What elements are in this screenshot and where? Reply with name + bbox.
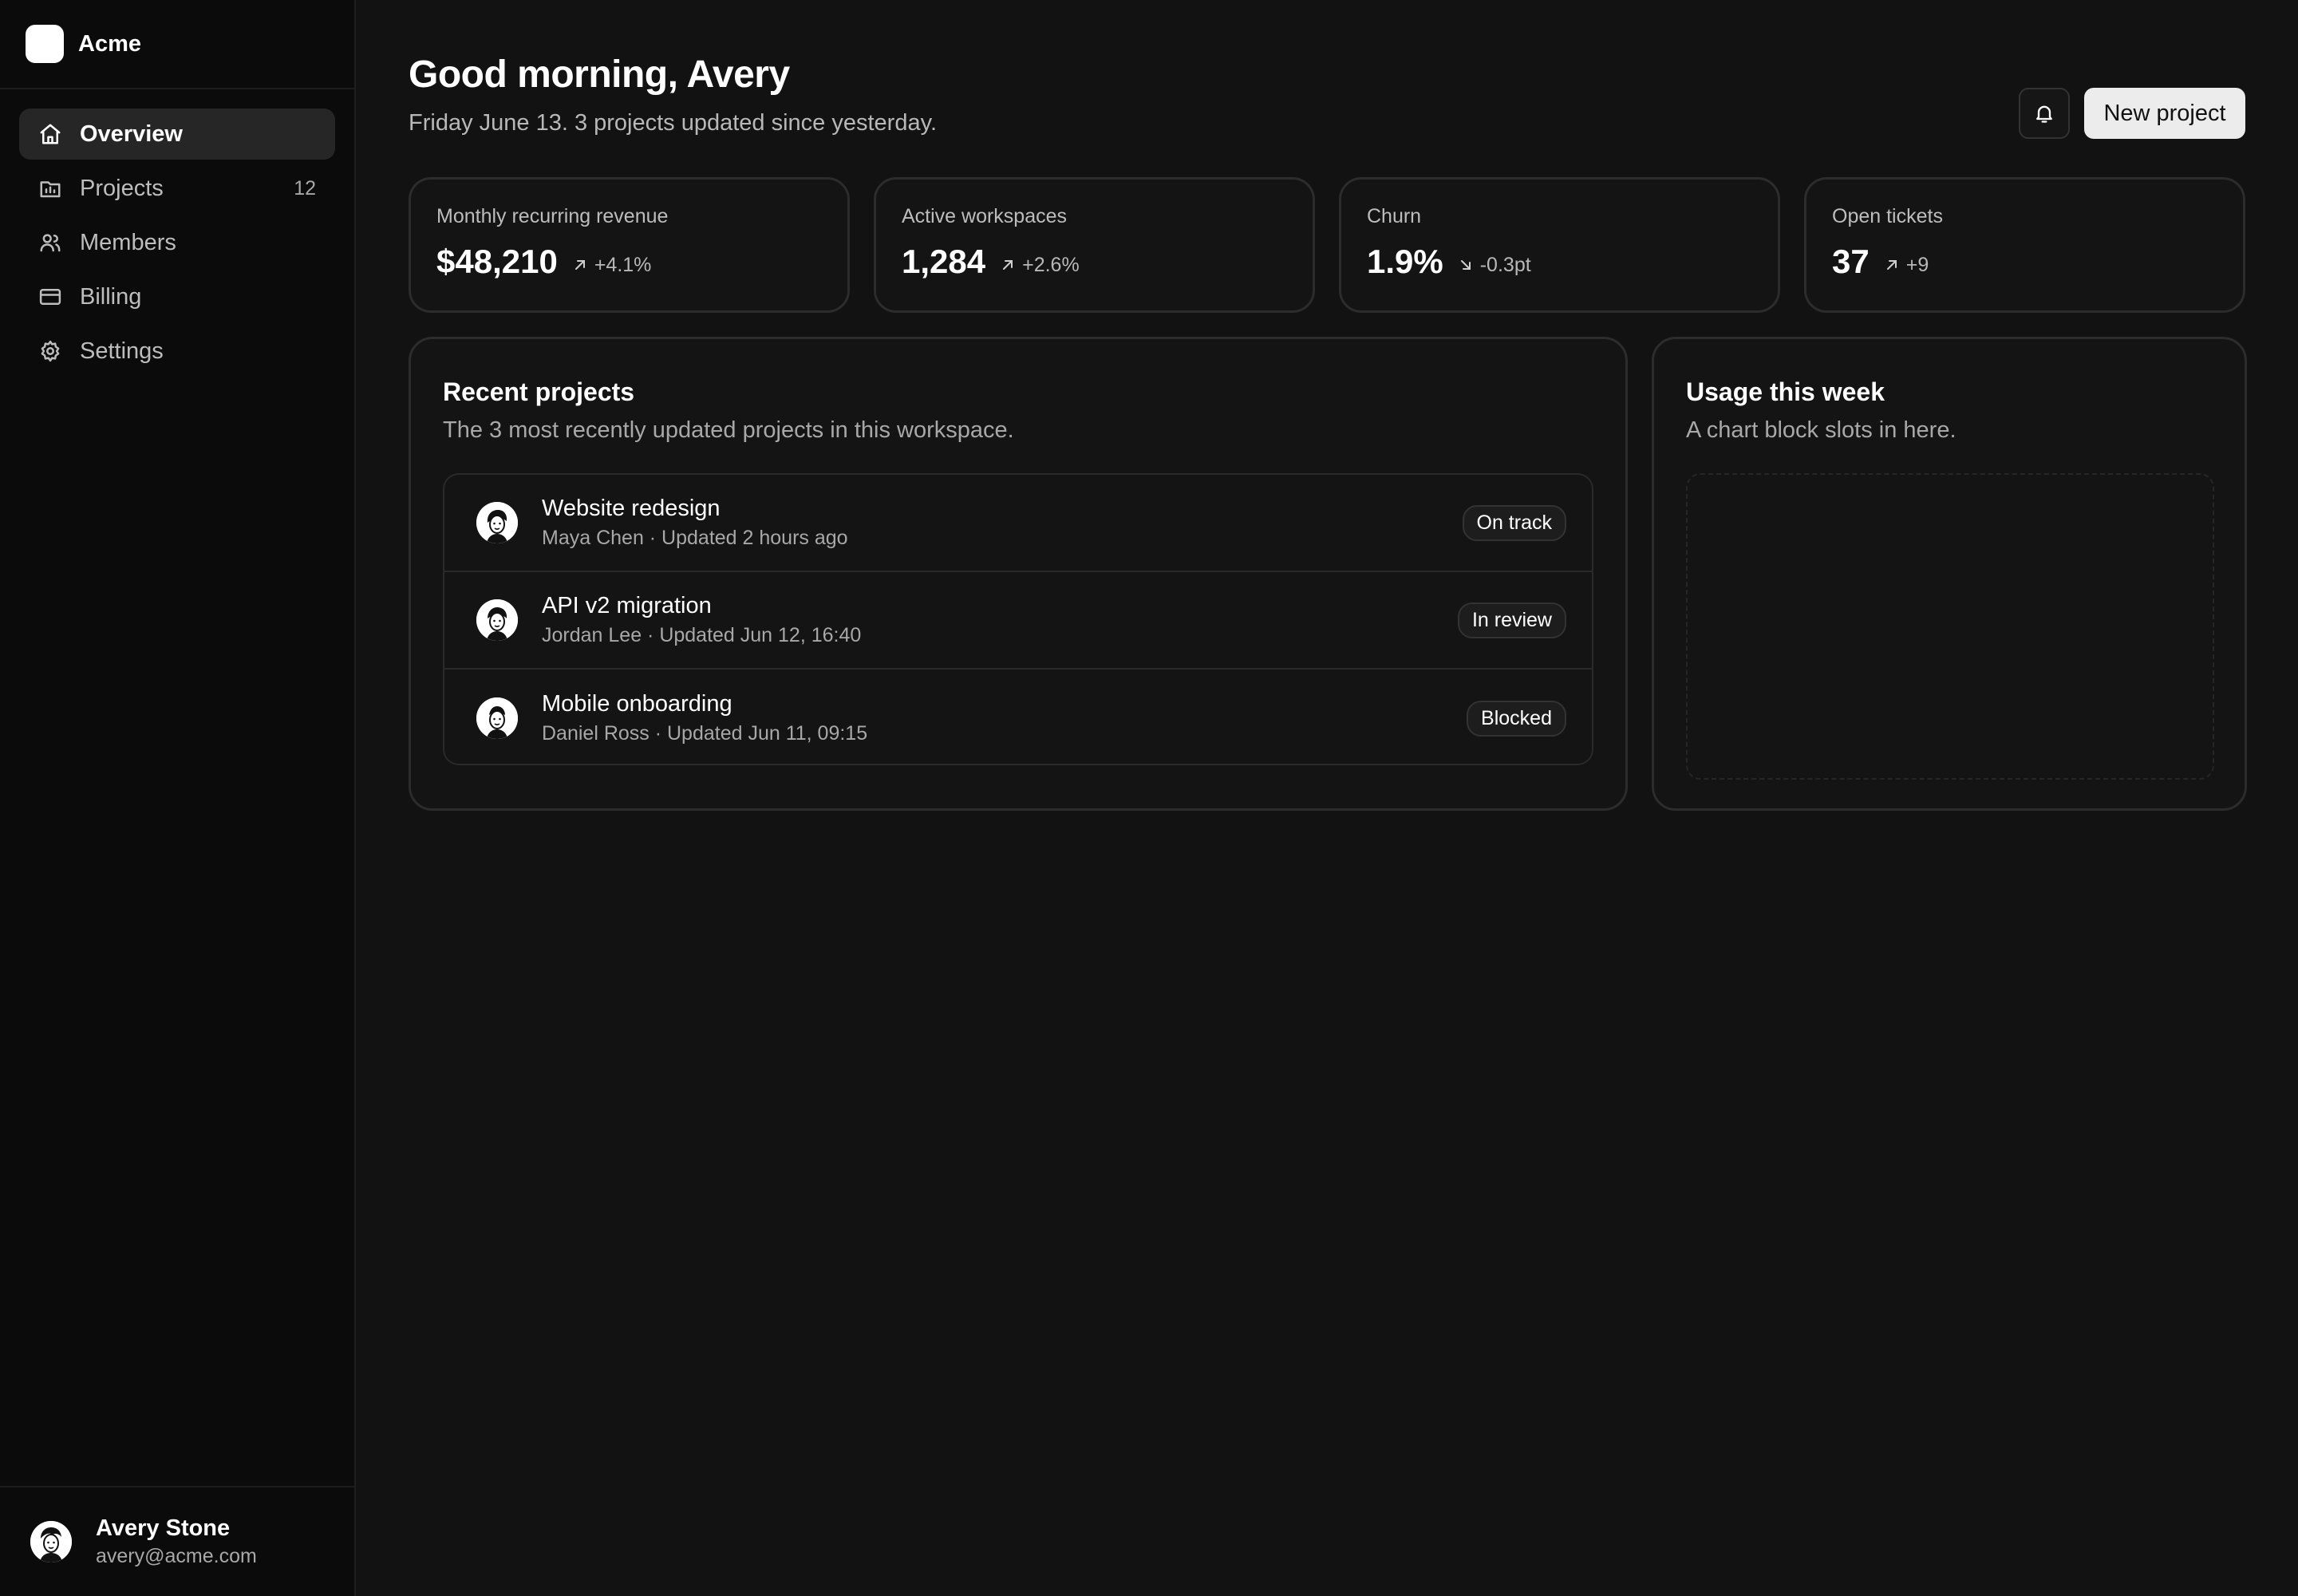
project-title: API v2 migration [542, 593, 712, 618]
sidebar-item-projects[interactable]: Projects 12 [19, 163, 335, 214]
stat-card-mrr: Monthly recurring revenue $48,210 +4.1% [409, 177, 850, 313]
users-icon [38, 231, 62, 255]
stat-delta: +9 [1884, 254, 1929, 277]
chart-placeholder [1686, 473, 2214, 780]
arrow-down-right-icon [1460, 260, 1471, 270]
stat-delta-text: +9 [1905, 253, 1929, 276]
page-subtitle: Friday June 13. 3 projects updated since… [409, 110, 938, 136]
credit-card-icon [38, 285, 62, 309]
sidebar-item-members[interactable]: Members [19, 217, 335, 268]
sidebar-item-settings[interactable]: Settings [19, 326, 335, 377]
list-item[interactable]: API v2 migration Jordan Lee · Updated Ju… [444, 572, 1592, 670]
sidebar-item-label: Members [80, 229, 176, 255]
sidebar-nav: Overview Projects 12 Members Billing Set… [0, 89, 354, 377]
project-list: Website redesign Maya Chen · Updated 2 h… [443, 473, 1593, 765]
stat-card-workspaces: Active workspaces 1,284 +2.6% [874, 177, 1315, 313]
new-project-button[interactable]: New project [2084, 88, 2245, 139]
stat-value: $48,210 [436, 243, 558, 280]
status-badge: On track [1462, 504, 1566, 541]
arrow-up-right-icon [1886, 260, 1897, 270]
status-badge: In review [1457, 602, 1566, 638]
stat-delta-text: +4.1% [594, 253, 652, 276]
stat-card-tickets: Open tickets 37 +9 [1804, 177, 2245, 313]
project-meta: Maya Chen · Updated 2 hours ago [542, 527, 848, 549]
arrow-up-right-icon [1003, 260, 1013, 270]
stat-label: Active workspaces [902, 205, 1068, 227]
user-profile[interactable]: Avery Stone avery@acme.com [0, 1486, 354, 1596]
stat-delta: +4.1% [572, 253, 652, 277]
card-title: Usage this week [1686, 377, 1885, 406]
brand-logo [26, 25, 64, 63]
card-subtitle: A chart block slots in here. [1686, 417, 1956, 443]
card-subtitle: The 3 most recently updated projects in … [443, 417, 1014, 443]
stat-value: 37 [1832, 243, 1870, 280]
stat-delta-text: -0.3pt [1479, 253, 1531, 276]
avatar [476, 697, 518, 739]
project-meta: Jordan Lee · Updated Jun 12, 16:40 [542, 624, 862, 646]
gear-icon [38, 339, 62, 363]
folder-chart-icon [38, 176, 62, 200]
avatar [30, 1521, 72, 1562]
stat-label: Monthly recurring revenue [436, 205, 669, 227]
project-title: Website redesign [542, 496, 721, 521]
project-title: Mobile onboarding [542, 691, 732, 717]
bell-icon [2033, 102, 2055, 124]
stat-value: 1.9% [1367, 243, 1443, 280]
brand-name: Acme [78, 30, 141, 57]
user-email: avery@acme.com [96, 1545, 257, 1567]
status-badge: Blocked [1467, 700, 1566, 737]
sidebar-item-label: Billing [80, 283, 142, 310]
recent-projects-card: Recent projects The 3 most recently upda… [409, 337, 1628, 811]
list-item[interactable]: Mobile onboarding Daniel Ross · Updated … [444, 670, 1592, 764]
stat-delta-text: +2.6% [1022, 253, 1080, 276]
stat-card-churn: Churn 1.9% -0.3pt [1339, 177, 1780, 313]
stat-label: Churn [1367, 205, 1422, 227]
notifications-button[interactable] [2019, 88, 2070, 139]
project-meta: Daniel Ross · Updated Jun 11, 09:15 [542, 722, 868, 745]
sidebar-item-label: Settings [80, 338, 164, 364]
usage-card: Usage this week A chart block slots in h… [1652, 337, 2247, 811]
sidebar: Acme Overview Projects 12 Members Billin… [0, 0, 356, 1596]
sidebar-item-overview[interactable]: Overview [19, 109, 335, 160]
brand[interactable]: Acme [0, 0, 354, 89]
sidebar-item-label: Overview [80, 120, 183, 147]
page-title: Good morning, Avery [409, 53, 790, 96]
stat-delta: +2.6% [1000, 254, 1080, 277]
sidebar-item-billing[interactable]: Billing [19, 271, 335, 322]
card-title: Recent projects [443, 377, 635, 406]
stat-label: Open tickets [1832, 205, 1943, 227]
stat-delta: -0.3pt [1458, 254, 1531, 277]
user-name: Avery Stone [96, 1515, 231, 1541]
stats-row: Monthly recurring revenue $48,210 +4.1% … [409, 177, 2245, 313]
sidebar-item-label: Projects [80, 175, 164, 201]
list-item[interactable]: Website redesign Maya Chen · Updated 2 h… [444, 475, 1592, 572]
main-content: Good morning, Avery Friday June 13. 3 pr… [356, 0, 2298, 1596]
projects-count-badge: 12 [294, 176, 316, 200]
home-icon [38, 122, 62, 146]
app-root: Acme Overview Projects 12 Members Billin… [0, 0, 2298, 1596]
stat-value: 1,284 [902, 243, 986, 280]
avatar [476, 599, 518, 641]
avatar [476, 502, 518, 543]
arrow-up-right-icon [574, 260, 585, 270]
